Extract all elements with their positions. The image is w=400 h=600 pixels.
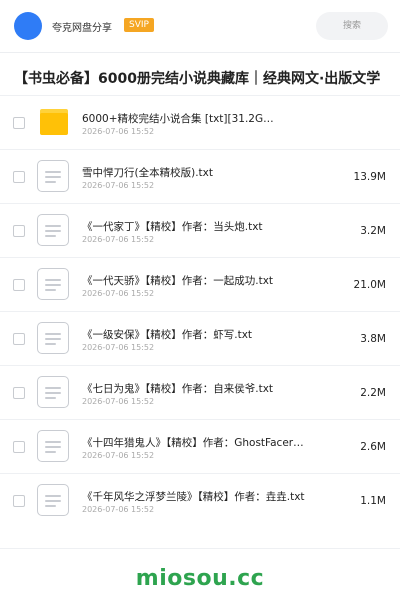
file-name[interactable]: 《七日为鬼》【精校】作者：自来侯爷.txt bbox=[82, 381, 322, 396]
file-row[interactable]: 《一代家丁》【精校】作者：当头炮.txt 2026-07-06 15:52 3.… bbox=[0, 203, 400, 257]
document-icon bbox=[37, 268, 69, 300]
watermark: miosou.cc bbox=[135, 566, 265, 591]
avatar[interactable] bbox=[14, 12, 42, 40]
file-row[interactable]: 《一级安保》【精校】作者：虾写.txt 2026-07-06 15:52 3.8… bbox=[0, 311, 400, 365]
file-date: 2026-07-06 15:52 bbox=[82, 505, 155, 514]
file-row[interactable]: 6000+精校完结小说合集 [txt][31.2G… 2026-07-06 15… bbox=[0, 95, 400, 149]
row-checkbox[interactable] bbox=[13, 171, 25, 183]
document-icon bbox=[37, 430, 69, 462]
file-date: 2026-07-06 15:52 bbox=[82, 127, 155, 136]
row-checkbox[interactable] bbox=[13, 117, 25, 129]
row-checkbox[interactable] bbox=[13, 495, 25, 507]
file-row[interactable]: 《一代天骄》【精校】作者：一起成功.txt 2026-07-06 15:52 2… bbox=[0, 257, 400, 311]
file-list: 6000+精校完结小说合集 [txt][31.2G… 2026-07-06 15… bbox=[0, 95, 400, 527]
header-divider bbox=[0, 52, 400, 53]
file-size: 13.9M bbox=[353, 171, 386, 183]
file-name[interactable]: 《一代天骄》【精校】作者：一起成功.txt bbox=[82, 273, 322, 288]
document-icon bbox=[37, 322, 69, 354]
file-date: 2026-07-06 15:52 bbox=[82, 181, 155, 190]
file-name[interactable]: 《千年风华之浮梦兰陵》【精校】作者：垚垚.txt bbox=[82, 489, 322, 504]
file-date: 2026-07-06 15:52 bbox=[82, 397, 155, 406]
folder-icon bbox=[40, 109, 68, 135]
file-size: 3.8M bbox=[360, 333, 386, 345]
list-end-divider bbox=[0, 548, 400, 549]
row-checkbox[interactable] bbox=[13, 441, 25, 453]
file-row[interactable]: 《十四年猎鬼人》【精校】作者：GhostFacer… 2026-07-06 15… bbox=[0, 419, 400, 473]
document-icon bbox=[37, 160, 69, 192]
file-row[interactable]: 雪中悍刀行(全本精校版).txt 2026-07-06 15:52 13.9M bbox=[0, 149, 400, 203]
file-size: 3.2M bbox=[360, 225, 386, 237]
svip-badge: SVIP bbox=[124, 18, 154, 32]
brand-name: 夸克网盘分享 bbox=[52, 23, 112, 34]
document-icon bbox=[37, 376, 69, 408]
file-date: 2026-07-06 15:52 bbox=[82, 451, 155, 460]
file-name[interactable]: 雪中悍刀行(全本精校版).txt bbox=[82, 165, 322, 180]
file-date: 2026-07-06 15:52 bbox=[82, 235, 155, 244]
file-row[interactable]: 《七日为鬼》【精校】作者：自来侯爷.txt 2026-07-06 15:52 2… bbox=[0, 365, 400, 419]
document-icon bbox=[37, 214, 69, 246]
file-size: 1.1M bbox=[360, 495, 386, 507]
file-size: 21.0M bbox=[353, 279, 386, 291]
file-date: 2026-07-06 15:52 bbox=[82, 343, 155, 352]
file-name[interactable]: 《十四年猎鬼人》【精校】作者：GhostFacer… bbox=[82, 435, 322, 450]
row-checkbox[interactable] bbox=[13, 387, 25, 399]
file-row[interactable]: 《千年风华之浮梦兰陵》【精校】作者：垚垚.txt 2026-07-06 15:5… bbox=[0, 473, 400, 527]
file-size: 2.6M bbox=[360, 441, 386, 453]
file-name[interactable]: 《一代家丁》【精校】作者：当头炮.txt bbox=[82, 219, 322, 234]
page-title: 【书虫必备】6000册完结小说典藏库｜经典网文·出版文学 bbox=[14, 71, 381, 87]
row-checkbox[interactable] bbox=[13, 279, 25, 291]
file-name[interactable]: 6000+精校完结小说合集 [txt][31.2G… bbox=[82, 111, 322, 126]
file-name[interactable]: 《一级安保》【精校】作者：虾写.txt bbox=[82, 327, 322, 342]
row-checkbox[interactable] bbox=[13, 225, 25, 237]
header: 夸克网盘分享 SVIP 搜索 bbox=[0, 0, 400, 52]
file-date: 2026-07-06 15:52 bbox=[82, 289, 155, 298]
row-checkbox[interactable] bbox=[13, 333, 25, 345]
document-icon bbox=[37, 484, 69, 516]
file-size: 2.2M bbox=[360, 387, 386, 399]
search-input[interactable]: 搜索 bbox=[316, 12, 388, 40]
